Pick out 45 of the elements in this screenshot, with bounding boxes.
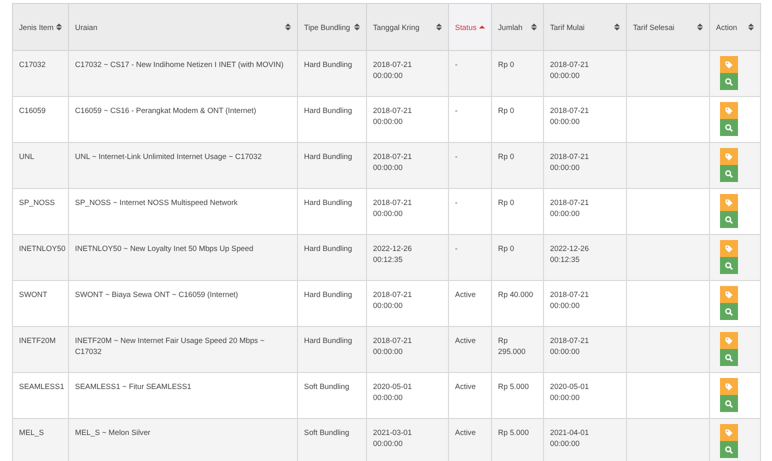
tag-icon <box>725 198 733 206</box>
tag-button[interactable] <box>720 332 738 349</box>
tag-icon <box>725 106 733 114</box>
tag-button[interactable] <box>720 102 738 119</box>
tag-icon <box>725 152 733 160</box>
search-button[interactable] <box>720 73 738 90</box>
sort-icon <box>748 23 754 31</box>
tag-button[interactable] <box>720 148 738 165</box>
tag-button[interactable] <box>720 286 738 303</box>
search-button[interactable] <box>720 211 738 228</box>
sort-ascending-icon <box>479 25 485 29</box>
search-button[interactable] <box>720 119 738 136</box>
search-button[interactable] <box>720 257 738 274</box>
tag-button[interactable] <box>720 240 738 257</box>
tag-icon <box>725 428 733 436</box>
sort-icon <box>697 23 703 31</box>
search-icon <box>725 400 733 408</box>
tag-button[interactable] <box>720 378 738 395</box>
sort-icon <box>531 23 537 31</box>
tag-icon <box>725 382 733 390</box>
search-button[interactable] <box>720 303 738 320</box>
sort-icon <box>56 23 62 31</box>
tag-icon <box>725 336 733 344</box>
search-button[interactable] <box>720 395 738 412</box>
sort-icon <box>285 23 291 31</box>
tag-button[interactable] <box>720 424 738 441</box>
tag-button[interactable] <box>720 56 738 73</box>
search-icon <box>725 262 733 270</box>
search-icon <box>725 446 733 454</box>
search-button[interactable] <box>720 165 738 182</box>
search-icon <box>725 308 733 316</box>
tag-button[interactable] <box>720 194 738 211</box>
search-button[interactable] <box>720 349 738 366</box>
search-button[interactable] <box>720 441 738 458</box>
search-icon <box>725 216 733 224</box>
search-icon <box>725 124 733 132</box>
tag-icon <box>725 60 733 68</box>
search-icon <box>725 354 733 362</box>
search-icon <box>725 78 733 86</box>
sort-icon <box>354 23 360 31</box>
tag-icon <box>725 244 733 252</box>
search-icon <box>725 170 733 178</box>
tag-icon <box>725 290 733 298</box>
sort-icon <box>614 23 620 31</box>
sort-icon <box>436 23 442 31</box>
